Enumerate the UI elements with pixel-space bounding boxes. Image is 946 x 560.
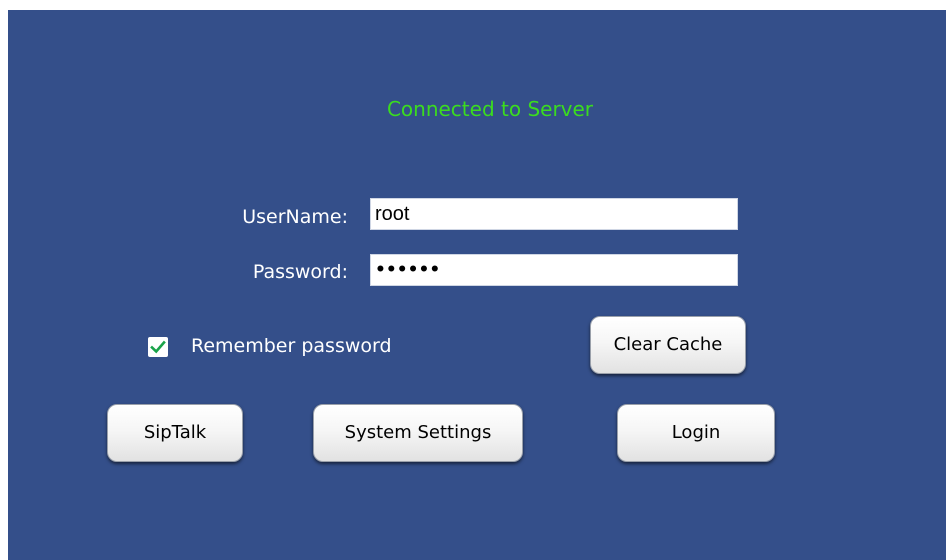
remember-password-label[interactable]: Remember password bbox=[191, 334, 392, 358]
system-settings-button[interactable]: System Settings bbox=[313, 404, 523, 462]
checkmark-icon bbox=[150, 340, 166, 354]
connection-status: Connected to Server bbox=[386, 97, 594, 121]
clear-cache-button[interactable]: Clear Cache bbox=[590, 316, 746, 374]
username-label: UserName: bbox=[242, 206, 348, 228]
password-field[interactable]: •••••• bbox=[370, 254, 738, 286]
login-button[interactable]: Login bbox=[617, 404, 775, 462]
remember-password-checkbox[interactable] bbox=[148, 337, 168, 357]
login-panel: Connected to Server UserName: Password: … bbox=[8, 10, 946, 560]
username-field[interactable] bbox=[370, 198, 738, 230]
siptalk-button[interactable]: SipTalk bbox=[107, 404, 243, 462]
password-label: Password: bbox=[252, 261, 348, 283]
